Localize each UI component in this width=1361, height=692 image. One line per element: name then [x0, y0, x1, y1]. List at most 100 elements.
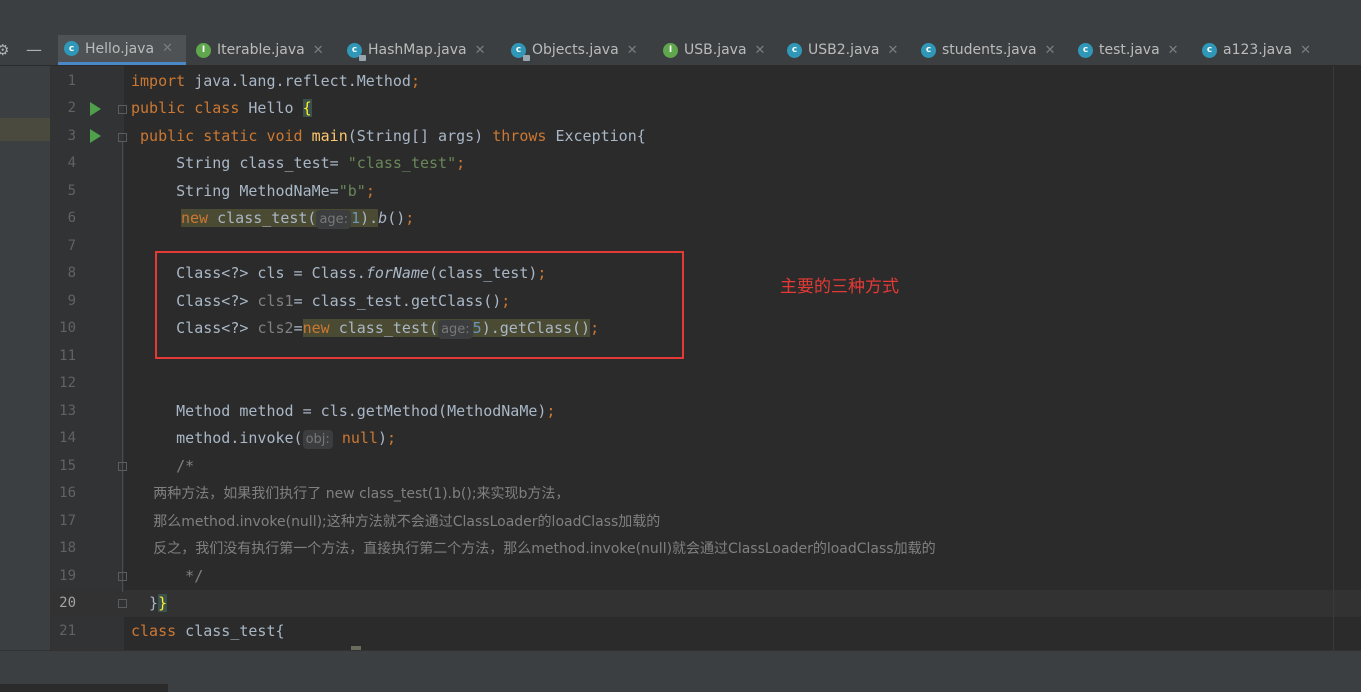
- annotation-box: [155, 251, 684, 359]
- run-gutter-icon[interactable]: [90, 102, 101, 116]
- token: ): [377, 429, 387, 447]
- run-gutter-icon[interactable]: [90, 129, 101, 143]
- line-number: 18: [59, 540, 76, 556]
- close-icon[interactable]: ✕: [887, 43, 898, 58]
- editor-tab-bar: ⚙ — c Hello.java ✕ I Iterable.java ✕ c H…: [0, 35, 1361, 66]
- code-line-1: import java.lang.reflect.Method;: [131, 68, 420, 95]
- tab-students-java[interactable]: c students.java ✕: [921, 35, 1056, 65]
- token: ;: [410, 72, 420, 90]
- lock-icon: [359, 54, 366, 61]
- line-number: 21: [59, 623, 76, 639]
- token: Method method = cls.getMethod(MethodNaMe…: [131, 402, 547, 420]
- token: {: [302, 99, 312, 117]
- code-line-19: */: [131, 567, 204, 585]
- token: }: [131, 594, 159, 612]
- token: ;: [365, 182, 375, 200]
- token: main: [302, 127, 348, 145]
- minimize-icon[interactable]: —: [26, 40, 42, 59]
- tab-usb2-java[interactable]: c USB2.java ✕: [787, 35, 898, 65]
- line-number: 4: [67, 155, 76, 171]
- tab-label: Iterable.java: [217, 42, 305, 58]
- token: class: [131, 622, 177, 640]
- tab-hashmap-java[interactable]: c HashMap.java ✕: [347, 35, 486, 65]
- code-line-2: public class Hello {: [131, 95, 312, 122]
- fold-marker-icon[interactable]: [118, 133, 127, 142]
- tab-iterable-java[interactable]: I Iterable.java ✕: [196, 35, 324, 65]
- line-number: 11: [59, 348, 76, 364]
- selected-tree-item[interactable]: [0, 118, 50, 141]
- token: ;: [546, 402, 556, 420]
- class-c-icon: c: [511, 42, 530, 61]
- line-number: 5: [67, 183, 76, 199]
- line-number: 10: [59, 320, 76, 336]
- code-line-18: 反之，我们没有执行第一个方法，直接执行第二个方法，那么method.invoke…: [131, 535, 936, 562]
- close-icon[interactable]: ✕: [313, 43, 324, 58]
- line-number: 7: [67, 238, 76, 254]
- right-margin-guide: [1333, 66, 1334, 650]
- fold-marker-icon[interactable]: [118, 105, 127, 114]
- tab-label: test.java: [1099, 42, 1160, 58]
- token: throws: [492, 127, 547, 145]
- line-number: 14: [59, 430, 76, 446]
- token: null: [341, 429, 378, 447]
- token: public class: [131, 99, 240, 117]
- token: public static void: [131, 127, 303, 145]
- close-icon[interactable]: ✕: [1168, 43, 1179, 58]
- gear-icon[interactable]: ⚙: [0, 41, 9, 59]
- code-line-15: /*: [131, 457, 195, 475]
- close-icon[interactable]: ✕: [475, 43, 486, 58]
- class-c-icon: c: [347, 42, 366, 61]
- token: "class_test": [347, 154, 457, 172]
- token: ;: [386, 429, 397, 447]
- fold-marker-icon[interactable]: [118, 462, 127, 471]
- lock-icon: [523, 54, 530, 61]
- interface-i-icon: I: [196, 42, 211, 58]
- token: String MethodNaMe=: [131, 182, 339, 200]
- class-c-icon: c: [1078, 42, 1093, 58]
- token: Hello: [239, 99, 303, 117]
- tab-hello-java[interactable]: c Hello.java ✕: [58, 35, 186, 65]
- code-line-20: }}: [131, 590, 168, 617]
- line-number: 12: [59, 375, 76, 391]
- token: 1: [351, 209, 361, 227]
- code-line-13: Method method = cls.getMethod(MethodNaMe…: [131, 398, 555, 425]
- tab-a123-java[interactable]: c a123.java ✕: [1202, 35, 1311, 65]
- line-number: 3: [67, 128, 76, 144]
- line-number: 17: [59, 513, 76, 529]
- code-line-6: new class_test(age: 1).b();: [181, 205, 414, 232]
- close-icon[interactable]: ✕: [627, 43, 638, 58]
- line-number: 16: [59, 485, 76, 501]
- tab-label: a123.java: [1223, 42, 1293, 58]
- token: java.lang.reflect.Method: [185, 72, 411, 90]
- close-icon[interactable]: ✕: [1045, 43, 1056, 58]
- current-line-highlight: [50, 590, 1361, 617]
- close-icon[interactable]: ✕: [162, 41, 173, 56]
- comment-text: 反之，我们没有执行第一个方法，直接执行第二个方法，那么method.invoke…: [131, 541, 936, 557]
- line-number: 6: [67, 210, 76, 226]
- fold-marker-icon[interactable]: [118, 599, 127, 608]
- close-icon[interactable]: ✕: [1300, 43, 1311, 58]
- token: (): [387, 209, 406, 227]
- project-tool-window: [0, 66, 50, 650]
- annotation-label: 主要的三种方式: [780, 277, 899, 297]
- tab-label: Hello.java: [85, 40, 155, 57]
- token: String class_test=: [131, 154, 348, 172]
- comment-text: 那么method.invoke(null);这种方法就不会通过ClassLoad…: [131, 514, 661, 530]
- token: ;: [405, 209, 415, 227]
- param-hint: obj:: [302, 430, 333, 449]
- fold-marker-icon[interactable]: [118, 572, 127, 581]
- line-number: 9: [67, 293, 76, 309]
- tab-label: students.java: [942, 42, 1037, 58]
- param-hint: age:: [316, 210, 352, 229]
- token: ;: [456, 154, 466, 172]
- tab-test-java[interactable]: c test.java ✕: [1078, 35, 1179, 65]
- close-icon[interactable]: ✕: [755, 43, 766, 58]
- tab-usb-java[interactable]: I USB.java ✕: [663, 35, 765, 65]
- token: b: [378, 209, 388, 227]
- interface-i-icon: I: [663, 42, 678, 58]
- tab-objects-java[interactable]: c Objects.java ✕: [511, 35, 638, 65]
- code-line-14: method.invoke(obj: null);: [131, 425, 396, 452]
- tab-label: HashMap.java: [368, 42, 467, 58]
- code-line-16: 两种方法，如果我们执行了 new class_test(1).b();来实现b方…: [131, 480, 569, 507]
- comment-text: 两种方法，如果我们执行了 new class_test(1).b();来实现b方…: [131, 486, 570, 502]
